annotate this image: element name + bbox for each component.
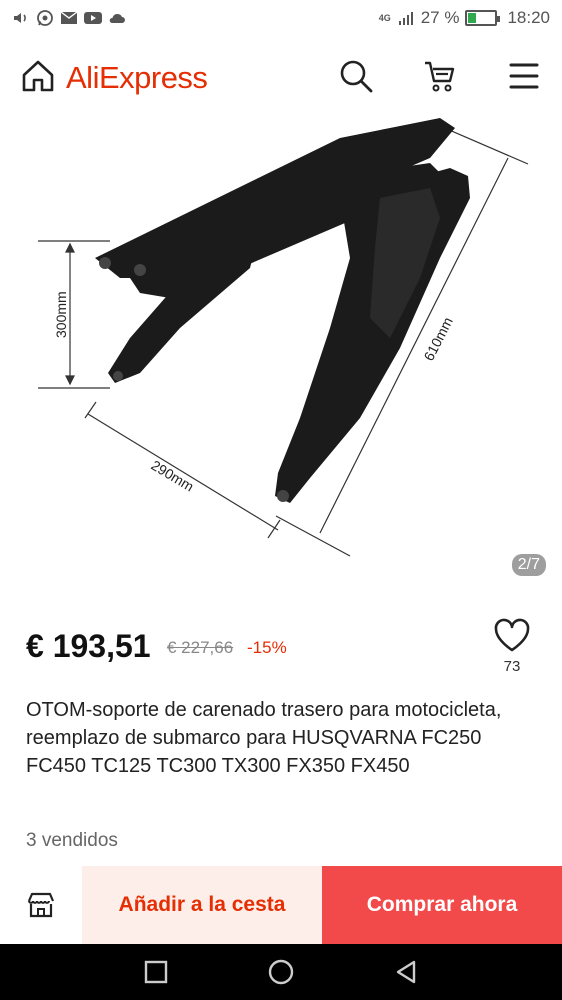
product-photo: 300mm 610mm 290mm	[38, 118, 529, 557]
system-nav-bar	[0, 944, 562, 1000]
cart-icon	[425, 61, 455, 92]
system-status: 4G 27 % 18:20	[379, 8, 550, 28]
product-title: OTOM-soporte de carenado trasero para mo…	[26, 699, 502, 777]
home-circle-icon	[268, 959, 294, 985]
recents-button[interactable]	[142, 958, 170, 986]
image-counter: 2/7	[511, 554, 546, 576]
back-icon	[396, 960, 416, 984]
aliexpress-logo[interactable]: AliExpress	[66, 60, 208, 96]
home-nav-button[interactable]	[267, 958, 295, 986]
status-bar: 4G 27 % 18:20	[0, 0, 562, 38]
dimension-300mm: 300mm	[53, 291, 69, 338]
buy-now-button[interactable]: Comprar ahora	[322, 866, 562, 944]
mail-icon	[60, 9, 78, 27]
notification-icons	[12, 9, 126, 27]
original-price: € 227,66	[167, 638, 234, 657]
discount-badge: -15%	[247, 638, 287, 657]
product-image-gallery[interactable]: 300mm 610mm 290mm 2/7	[0, 118, 562, 590]
youtube-icon	[84, 9, 102, 27]
add-to-cart-button[interactable]: Añadir a la cesta	[82, 866, 322, 944]
store-button[interactable]	[0, 866, 82, 944]
battery-percent: 27 %	[420, 8, 460, 27]
signal-icon	[397, 9, 415, 27]
cloud-icon	[108, 9, 126, 27]
wishlist-button[interactable]	[492, 616, 532, 656]
app-header: AliExpress	[0, 38, 562, 118]
wishlist-count: 73	[503, 658, 521, 675]
menu-button[interactable]	[508, 60, 540, 92]
price-section: € 193,51 € 227,66 -15% 73	[26, 618, 546, 680]
store-icon	[27, 892, 55, 918]
recents-icon	[144, 960, 168, 984]
whatsapp-icon	[36, 9, 54, 27]
back-button[interactable]	[392, 958, 420, 986]
search-button[interactable]	[338, 58, 374, 94]
battery-icon	[465, 10, 501, 26]
volume-icon	[12, 9, 30, 27]
network-icon: 4G	[378, 12, 391, 23]
heart-icon	[494, 618, 530, 652]
clock: 18:20	[507, 8, 550, 27]
cart-button[interactable]	[422, 58, 458, 94]
current-price: € 193,51	[26, 628, 151, 664]
home-button[interactable]	[20, 58, 56, 94]
bottom-action-bar: Añadir a la cesta Comprar ahora	[0, 866, 562, 944]
sold-count: 3 vendidos	[26, 830, 118, 851]
search-icon	[340, 60, 373, 93]
home-icon	[22, 60, 54, 92]
menu-icon	[509, 63, 539, 89]
dimension-290mm: 290mm	[148, 457, 196, 495]
